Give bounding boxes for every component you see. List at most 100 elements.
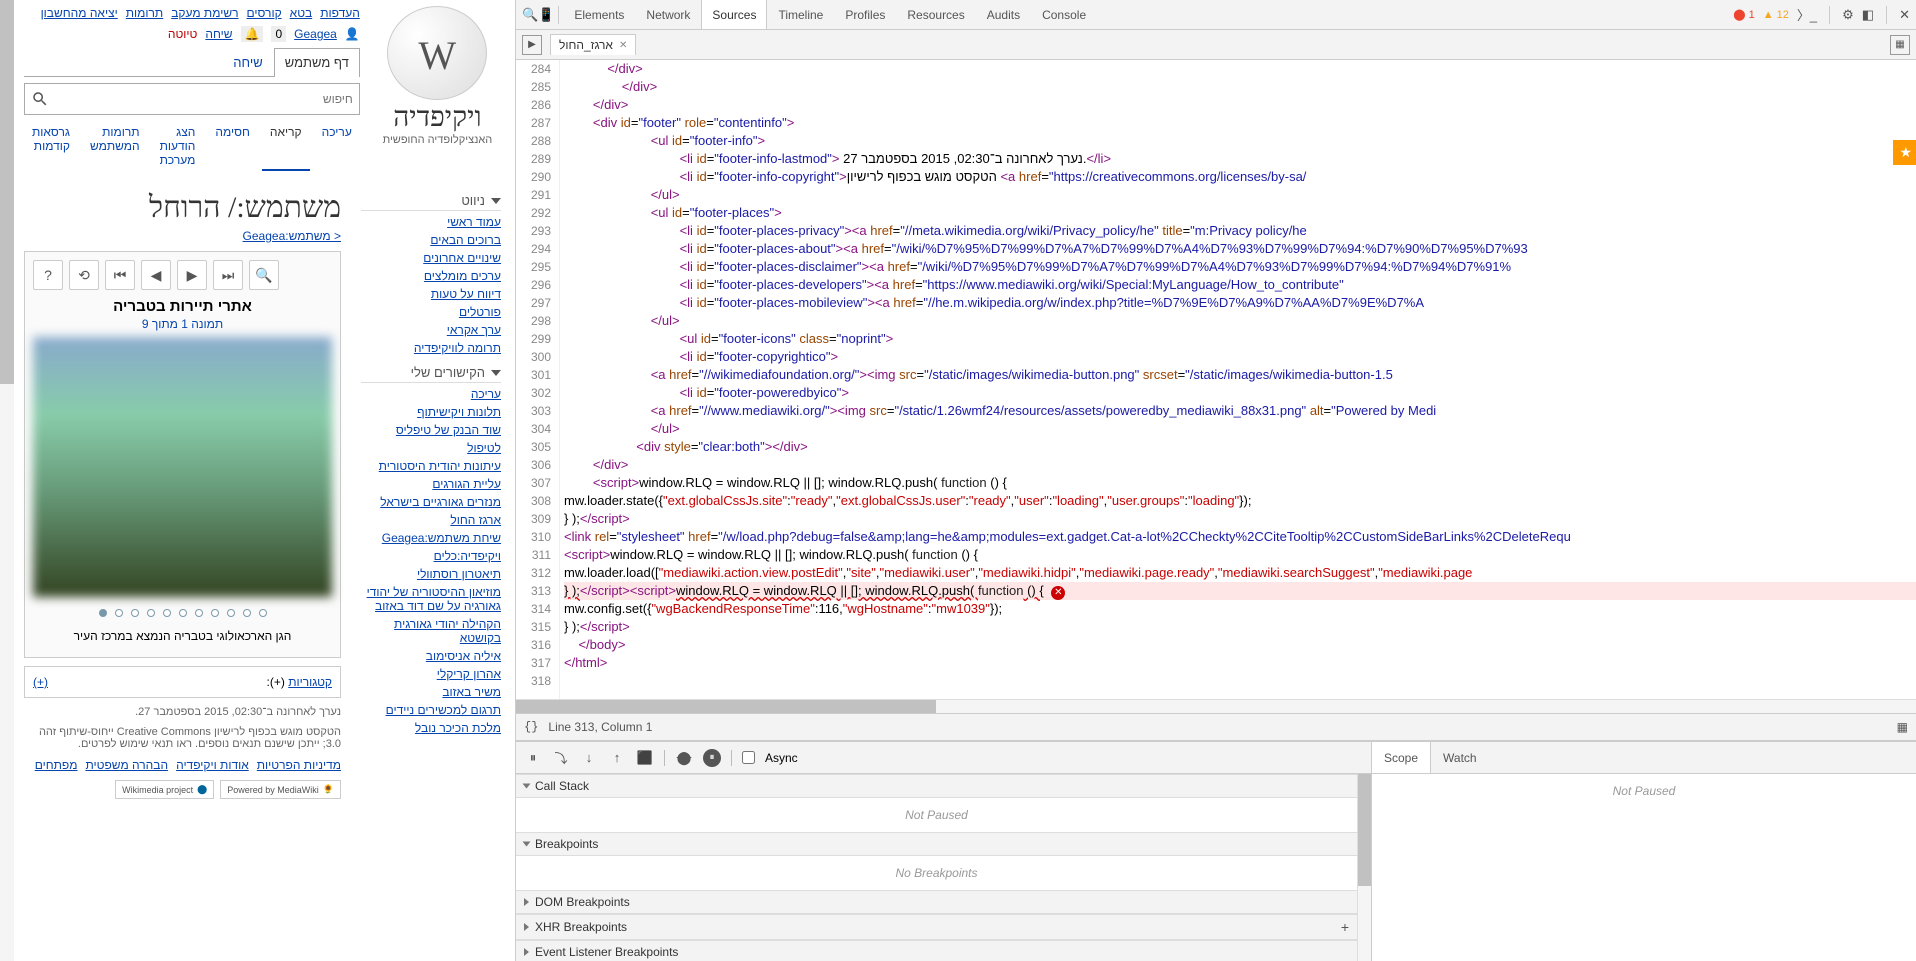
my-link[interactable]: מלכת הכיכר נובל	[361, 721, 501, 735]
close-icon[interactable]: ✕	[1899, 7, 1910, 23]
close-file-icon[interactable]: ✕	[619, 40, 627, 51]
search-box[interactable]	[24, 83, 360, 115]
gallery-dot[interactable]	[99, 609, 107, 617]
drawer-icon[interactable]: 〉_	[1797, 5, 1817, 24]
dock-icon[interactable]: ◧	[1862, 7, 1874, 23]
toggle-pane-icon[interactable]: ▦	[1897, 720, 1908, 734]
devtools-tab-timeline[interactable]: Timeline	[767, 0, 834, 29]
gallery-first-icon[interactable]: ⏮	[105, 260, 135, 290]
code-hscrollbar[interactable]	[516, 699, 1916, 713]
dom-bp-header[interactable]: DOM Breakpoints	[516, 890, 1357, 914]
wikimedia-badge[interactable]: ⬤Wikimedia project	[115, 780, 214, 799]
my-link[interactable]: מוזיאון ההיסטוריה של יהודי גאורגיה על שם…	[361, 585, 501, 613]
gallery-dot[interactable]	[211, 609, 219, 617]
gallery-prev-icon[interactable]: ◀	[141, 260, 171, 290]
device-icon[interactable]: 📱	[538, 7, 554, 23]
top-nav-link[interactable]: בטא	[290, 6, 313, 20]
breadcrumb[interactable]: < משתמש:Geagea	[24, 229, 341, 243]
gallery-dot[interactable]	[163, 609, 171, 617]
nav-link[interactable]: עמוד ראשי	[361, 215, 501, 229]
my-link[interactable]: איליה אניסימוב	[361, 649, 501, 663]
gallery-dot[interactable]	[243, 609, 251, 617]
devtools-tab-elements[interactable]: Elements	[563, 0, 635, 29]
footer-link[interactable]: אודות ויקיפדיה	[176, 758, 249, 772]
tab-contribs[interactable]: תרומות המשתמש	[82, 121, 148, 171]
my-link[interactable]: תיאטרון רוסתוולי	[361, 567, 501, 581]
devtools-tab-audits[interactable]: Audits	[976, 0, 1031, 29]
my-link[interactable]: מנזרים גאורגיים בישראל	[361, 495, 501, 509]
search-icon[interactable]	[31, 90, 49, 108]
step-out-icon[interactable]: ↑	[608, 749, 626, 767]
top-nav-link[interactable]: רשימת מעקב	[171, 6, 238, 20]
my-link[interactable]: אהרון קריקלי	[361, 667, 501, 681]
search-input[interactable]	[49, 92, 353, 106]
code-editor[interactable]: 2842852862872882892902912922932942952962…	[516, 60, 1916, 699]
navigator-toggle-icon[interactable]: ▶	[522, 35, 542, 55]
debug-left-scrollbar[interactable]	[1357, 774, 1371, 961]
step-over-icon[interactable]: ⤵	[552, 749, 570, 767]
gallery-image[interactable]	[33, 337, 332, 597]
pause-exceptions-icon[interactable]: ⏸	[703, 749, 721, 767]
gallery-dot[interactable]	[259, 609, 267, 617]
gallery-dot[interactable]	[115, 609, 123, 617]
settings-icon[interactable]: ⚙	[1842, 7, 1854, 23]
my-link[interactable]: הקהילה יהודי גאורגית בקושטא	[361, 617, 501, 645]
nav-link[interactable]: דיווח על טעות	[361, 287, 501, 301]
pause-icon[interactable]: ⏸	[524, 749, 542, 767]
gallery-dot[interactable]	[195, 609, 203, 617]
add-category[interactable]: (+)	[33, 675, 48, 689]
categories-link[interactable]: קטגוריות	[288, 675, 332, 689]
devtools-tab-profiles[interactable]: Profiles	[834, 0, 896, 29]
xhr-bp-header[interactable]: XHR Breakpoints+	[516, 914, 1357, 940]
tab-talk[interactable]: שיחה	[222, 48, 273, 76]
deactivate-bp-icon[interactable]: ⬛	[636, 749, 654, 767]
gallery-repeat-icon[interactable]: ⟲	[69, 260, 99, 290]
error-badge[interactable]: ⬤ 1	[1733, 8, 1755, 21]
nav-link[interactable]: ברוכים הבאים	[361, 233, 501, 247]
callstack-header[interactable]: Call Stack	[516, 774, 1357, 798]
gallery-dot[interactable]	[147, 609, 155, 617]
tab-notices[interactable]: הצג הודעות מערכת	[152, 121, 204, 171]
my-link[interactable]: שוד הבנק של טיפליס	[361, 423, 501, 437]
tab-prev[interactable]: גרסאות קודמות	[24, 121, 78, 171]
nav-link[interactable]: שינויים אחרונים	[361, 251, 501, 265]
mylinks-header[interactable]: הקישורים שלי	[361, 365, 501, 383]
my-link[interactable]: ארגז החול	[361, 513, 501, 527]
gallery-zoom-icon[interactable]: 🔍	[249, 260, 279, 290]
my-link[interactable]: תרגום למכשירים ניידים	[361, 703, 501, 717]
my-link[interactable]: עליית הגורגים	[361, 477, 501, 491]
tab-edit[interactable]: עריכה	[314, 121, 360, 171]
user-link[interactable]: Geagea	[294, 27, 337, 41]
devtools-tab-resources[interactable]: Resources	[896, 0, 975, 29]
gallery-dot[interactable]	[131, 609, 139, 617]
nav-link[interactable]: פורטלים	[361, 305, 501, 319]
tab-block[interactable]: חסימה	[207, 121, 258, 171]
nav-header[interactable]: ניווט	[361, 193, 501, 211]
footer-link[interactable]: מפתחים	[35, 758, 78, 772]
gallery-dot[interactable]	[179, 609, 187, 617]
my-link[interactable]: משיר באזוב	[361, 685, 501, 699]
devtools-tab-sources[interactable]: Sources	[701, 0, 767, 29]
nav-link[interactable]: ערך אקראי	[361, 323, 501, 337]
top-nav-link[interactable]: העדפות	[320, 6, 360, 20]
my-link[interactable]: ויקיפדיה:כלים	[361, 549, 501, 563]
my-link[interactable]: לטיפול	[361, 441, 501, 455]
mediawiki-badge[interactable]: 🌻Powered by MediaWiki	[220, 780, 341, 799]
tab-userpage[interactable]: דף משתמש	[274, 48, 360, 77]
nav-link[interactable]: תרומה לוויקיפדיה	[361, 341, 501, 355]
wikipedia-scrollbar[interactable]	[0, 0, 14, 961]
tab-read[interactable]: קריאה	[262, 121, 310, 171]
devtools-tab-network[interactable]: Network	[635, 0, 701, 29]
talk-link[interactable]: שיחה	[205, 27, 232, 41]
deactivate-icon[interactable]: ⬤	[675, 749, 693, 767]
sidebar-toggle-icon[interactable]: ▦	[1890, 35, 1910, 55]
top-nav-link[interactable]: תרומות	[126, 6, 163, 20]
gallery-next-icon[interactable]: ▶	[177, 260, 207, 290]
draft-link[interactable]: טיוטה	[168, 27, 198, 41]
my-link[interactable]: עיתונות יהודית היסטורית	[361, 459, 501, 473]
wikipedia-logo[interactable]: ויקיפדיה האנציקלופדיה החופשית	[370, 6, 505, 146]
my-link[interactable]: תלונות ויקישיתוף	[361, 405, 501, 419]
add-xhr-icon[interactable]: +	[1341, 919, 1349, 935]
breakpoints-header[interactable]: Breakpoints	[516, 832, 1357, 856]
my-link[interactable]: שיחת משתמש:Geagea	[361, 531, 501, 545]
